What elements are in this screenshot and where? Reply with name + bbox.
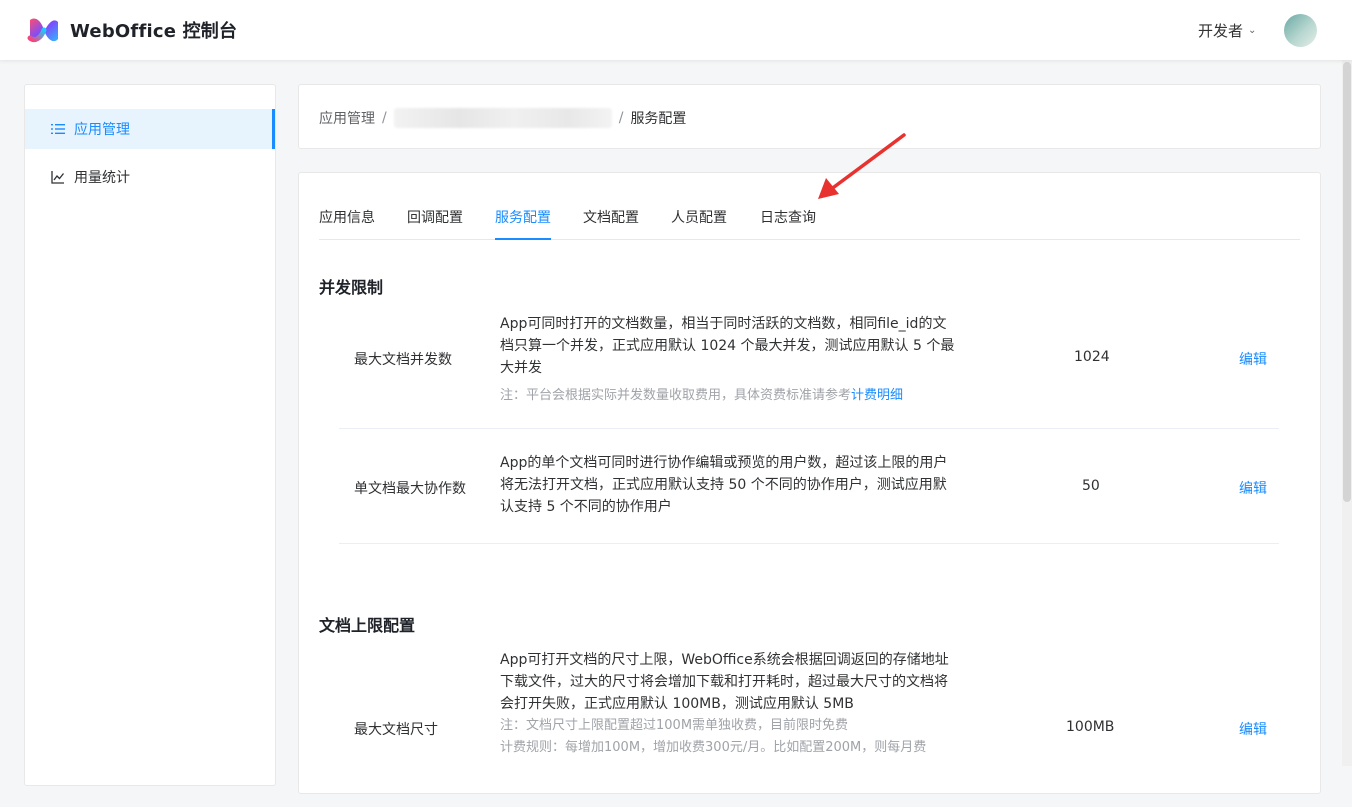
note-text: 注：平台会根据实际并发数量收取费用，具体资费标准请参考	[500, 388, 852, 403]
list-icon	[51, 124, 65, 134]
config-name: 单文档最大协作数	[354, 481, 466, 497]
breadcrumb-current: 服务配置	[630, 111, 687, 127]
description-line: App可打开文档的尺寸上限，WebOffice系统会根据回调返回的存储地址	[500, 652, 949, 668]
tab-log-query[interactable]: 日志查询	[760, 207, 816, 239]
sidebar: 应用管理 用量统计	[24, 84, 276, 786]
tab-app-info[interactable]: 应用信息	[319, 207, 375, 239]
breadcrumb-separator: /	[382, 110, 387, 126]
user-role-label: 开发者	[1198, 22, 1244, 40]
config-row-max-collaborators: 单文档最大协作数 App的单个文档可同时进行协作编辑或预览的用户数，超过该上限的…	[339, 429, 1279, 544]
config-description: App的单个文档可同时进行协作编辑或预览的用户数，超过该上限的用户 将无法打开文…	[500, 452, 960, 518]
billing-details-link[interactable]: 计费明细	[851, 388, 903, 403]
config-note: 注：文档尺寸上限配置超过100M需单独收费，目前限时免费 计费规则：每增加100…	[500, 715, 970, 759]
breadcrumb-root[interactable]: 应用管理	[319, 108, 375, 128]
config-description: App可打开文档的尺寸上限，WebOffice系统会根据回调返回的存储地址 下载…	[500, 649, 970, 759]
description-line: App的单个文档可同时进行协作编辑或预览的用户数，超过该上限的用户	[500, 455, 948, 471]
breadcrumb-separator: /	[618, 110, 624, 126]
tab-member-config[interactable]: 人员配置	[671, 207, 727, 239]
sidebar-item-app-management[interactable]: 应用管理	[25, 109, 275, 149]
description-line: 下载文件，过大的尺寸将会增加下载和打开耗时，超过最大尺寸的文档将	[500, 674, 948, 690]
config-value: 50	[1082, 478, 1100, 494]
top-bar: WebOffice 控制台 开发者 ⌄	[0, 0, 1352, 60]
tab-bar: 应用信息 回调配置 服务配置 文档配置 人员配置 日志查询	[319, 197, 1300, 240]
tab-service-config[interactable]: 服务配置	[495, 207, 551, 240]
note-line: 计费规则：每增加100M，增加收费300元/月。比如配置200M，则每月费	[500, 740, 927, 755]
section-title-concurrency: 并发限制	[319, 278, 384, 297]
scrollbar-thumb[interactable]	[1343, 62, 1351, 502]
weboffice-logo-icon[interactable]	[27, 14, 61, 46]
description-line: 档只算一个并发，正式应用默认 1024 个最大并发，测试应用默认 5 个最	[500, 338, 955, 354]
config-row-max-document-size: 最大文档尺寸 App可打开文档的尺寸上限，WebOffice系统会根据回调返回的…	[339, 647, 1279, 807]
sidebar-item-label: 用量统计	[74, 170, 130, 186]
config-note: 注：平台会根据实际并发数量收取费用，具体资费标准请参考计费明细	[500, 385, 960, 407]
avatar[interactable]	[1284, 14, 1317, 47]
config-value: 100MB	[1066, 719, 1115, 735]
breadcrumb-card: 应用管理 / / 服务配置	[298, 84, 1321, 149]
description-line: 会打开失败，正式应用默认 100MB，测试应用默认 5MB	[500, 696, 854, 712]
description-line: App可同时打开的文档数量，相当于同时活跃的文档数，相同file_id的文	[500, 316, 947, 332]
config-description: App可同时打开的文档数量，相当于同时活跃的文档数，相同file_id的文 档只…	[500, 313, 960, 407]
description-line: 认支持 5 个不同的协作用户	[500, 499, 672, 515]
edit-button[interactable]: 编辑	[1239, 719, 1267, 739]
description-line: 大并发	[500, 360, 542, 376]
config-value: 1024	[1074, 349, 1110, 365]
note-line: 注：文档尺寸上限配置超过100M需单独收费，目前限时免费	[500, 718, 849, 733]
section-title-document-limits: 文档上限配置	[319, 616, 416, 635]
config-name: 最大文档并发数	[354, 352, 452, 368]
description-line: 将无法打开文档，正式应用默认支持 50 个不同的协作用户，测试应用默	[500, 477, 947, 493]
red-annotation-arrow-icon	[818, 133, 906, 199]
service-config-panel: 应用信息 回调配置 服务配置 文档配置 人员配置 日志查询 并发限制 最大文档并…	[298, 172, 1321, 794]
sidebar-item-usage-stats[interactable]: 用量统计	[25, 157, 275, 197]
sidebar-item-label: 应用管理	[74, 122, 130, 138]
tab-callback-config[interactable]: 回调配置	[407, 207, 463, 239]
breadcrumb-app-name-redacted[interactable]	[393, 108, 612, 128]
tab-document-config[interactable]: 文档配置	[583, 207, 639, 239]
line-chart-icon	[51, 171, 65, 184]
app-title: WebOffice 控制台	[70, 21, 238, 42]
user-role-dropdown[interactable]: 开发者 ⌄	[1198, 20, 1256, 41]
edit-button[interactable]: 编辑	[1239, 478, 1267, 498]
edit-button[interactable]: 编辑	[1239, 349, 1267, 369]
config-name: 最大文档尺寸	[354, 722, 438, 738]
chevron-down-icon: ⌄	[1248, 25, 1257, 36]
breadcrumb: 应用管理 / / 服务配置	[319, 108, 686, 128]
config-row-max-concurrency: 最大文档并发数 App可同时打开的文档数量，相当于同时活跃的文档数，相同file…	[339, 309, 1279, 429]
